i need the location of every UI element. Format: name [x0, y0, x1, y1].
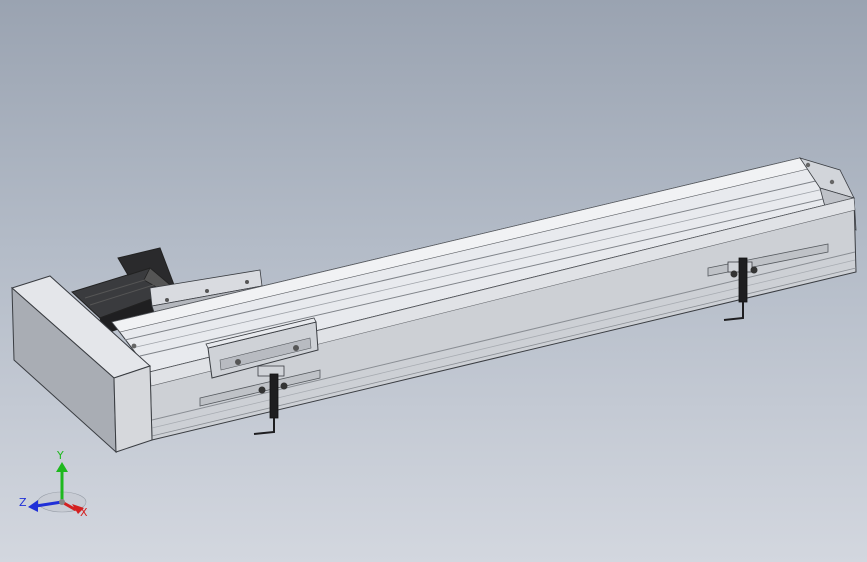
- graphics-viewport[interactable]: Y Z X: [0, 0, 867, 562]
- z-axis-label: Z: [19, 496, 27, 509]
- y-axis-label: Y: [56, 449, 64, 462]
- view-orientation-triad[interactable]: Y Z X: [19, 449, 88, 519]
- cad-model-view[interactable]: Y Z X: [0, 0, 867, 562]
- x-axis-label: X: [80, 506, 88, 519]
